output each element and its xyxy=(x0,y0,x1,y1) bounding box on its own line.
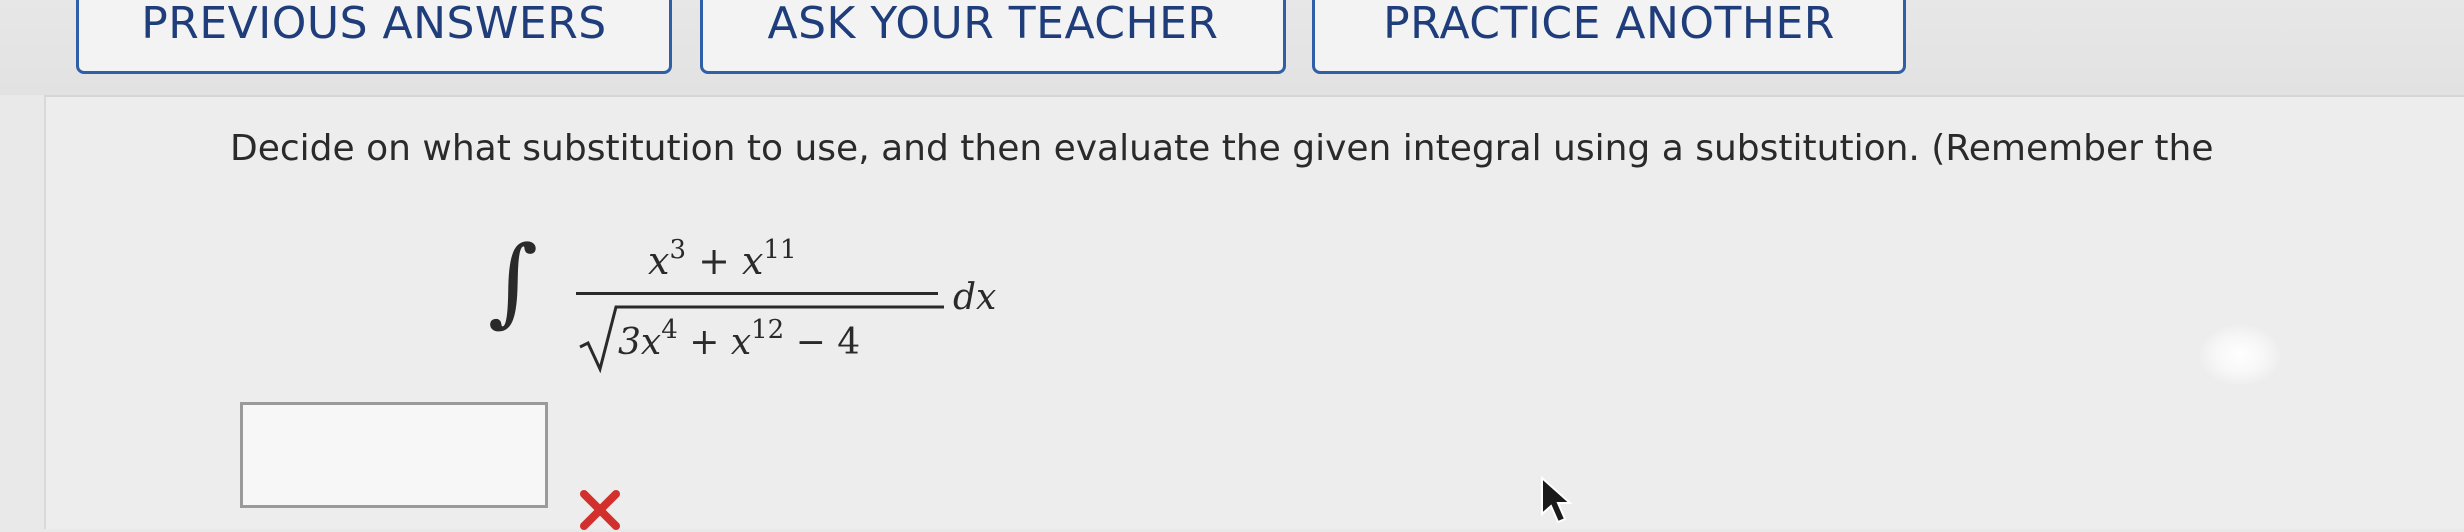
denominator-exponent-1: 4 xyxy=(661,315,678,345)
numerator-exponent-2: 11 xyxy=(763,235,797,265)
numerator-operator: + xyxy=(685,239,742,283)
toolbar: PREVIOUS ANSWERS ASK YOUR TEACHER PRACTI… xyxy=(0,0,2464,95)
mouse-pointer-icon xyxy=(1541,476,1573,524)
practice-another-button[interactable]: PRACTICE ANOTHER xyxy=(1312,0,1906,74)
numerator-exponent-1: 3 xyxy=(669,235,686,265)
denominator-term-2: x xyxy=(730,322,752,363)
integral-expression: ∫ x3 + x11 3x4 + x12 − 4 dx xyxy=(488,225,1008,375)
denominator-constant: − 4 xyxy=(784,322,861,363)
x-mark-icon xyxy=(580,490,620,530)
denominator-exponent-2: 12 xyxy=(751,315,785,345)
differential: dx xyxy=(953,277,997,318)
denominator-operator: + xyxy=(677,322,731,363)
numerator-term-1: x xyxy=(648,239,670,283)
question-prompt: Decide on what substitution to use, and … xyxy=(230,128,2214,169)
screen-glare xyxy=(2200,325,2280,385)
previous-answers-button[interactable]: PREVIOUS ANSWERS xyxy=(76,0,672,74)
fraction-bar xyxy=(576,292,938,295)
integral-sign: ∫ xyxy=(488,225,539,337)
numerator-term-2: x xyxy=(741,239,764,283)
denominator-term-1: 3x xyxy=(618,322,662,363)
answer-input[interactable] xyxy=(240,402,548,508)
ask-your-teacher-button[interactable]: ASK YOUR TEACHER xyxy=(700,0,1286,74)
integral-numerator: x3 + x11 xyxy=(648,235,797,283)
integral-denominator: 3x4 + x12 − 4 xyxy=(618,315,860,363)
